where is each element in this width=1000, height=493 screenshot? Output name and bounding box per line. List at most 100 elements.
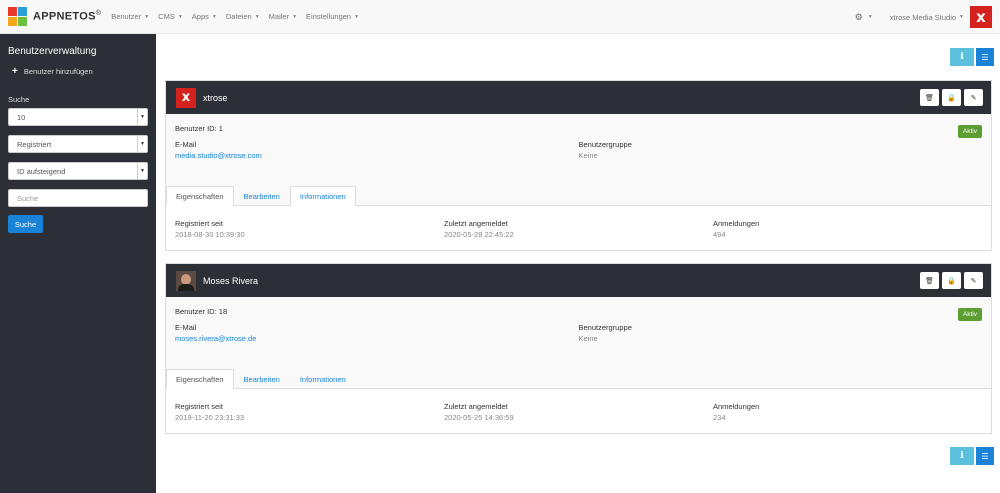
user-card-details: Registriert seit 2019-11-20 23:31:33 Zul… [166, 389, 991, 433]
user-card-body: Benutzer ID: 1 Aktiv E-Mail media.studio… [166, 114, 991, 206]
trash-icon: 🗑 [925, 94, 934, 102]
lock-button[interactable]: 🔒 [942, 272, 961, 289]
last-login-value: 2020-05-25 14:36:59 [444, 413, 514, 422]
sort-order-select[interactable]: ID aufsteigend ▼ [8, 162, 148, 180]
last-login-value: 2020-05-28 22:45:22 [444, 230, 514, 239]
chevron-down-icon: ▼ [137, 109, 147, 125]
nav-item-mailer[interactable]: Mailer ▼ [269, 12, 297, 21]
user-avatar: x [176, 87, 196, 108]
caret-down-icon: ▼ [292, 13, 298, 20]
user-card: x xtrose 🗑 🔒 ✎ Benutzer ID: 1 Aktiv E-Ma… [165, 80, 992, 251]
tab-bearbeiten[interactable]: Bearbeiten [234, 186, 290, 206]
status-badge: Aktiv [957, 308, 982, 321]
view-toggle-bottom: i ☰ [950, 447, 994, 465]
nav-item-cms[interactable]: CMS ▼ [158, 12, 183, 21]
registered-label: Registriert seit [175, 402, 223, 411]
edit-button[interactable]: ✎ [964, 272, 983, 289]
avatar[interactable]: x [970, 6, 992, 28]
tab-informationen[interactable]: Informationen [289, 186, 356, 206]
tab-eigenschaften[interactable]: Eigenschaften [166, 369, 234, 389]
caret-down-icon: ▼ [144, 13, 150, 20]
top-navbar: APPNETOS® Benutzer ▼ CMS ▼ Apps ▼ Dateien ▼ … [0, 0, 1000, 34]
logins-label: Anmeldungen [713, 219, 760, 228]
user-name: xtrose [203, 92, 228, 103]
status-badge: Aktiv [957, 125, 982, 138]
sidebar-title: Benutzerverwaltung [8, 46, 97, 57]
caret-down-icon: ▼ [867, 14, 873, 20]
logo[interactable]: APPNETOS® [8, 7, 101, 26]
settings-menu[interactable]: ⚙ ▼ [855, 12, 873, 23]
sidebar: Benutzerverwaltung + Benutzer hinzufügen … [0, 34, 156, 493]
user-actions: 🗑 🔒 ✎ [917, 272, 983, 289]
info-view-button[interactable]: i [950, 447, 974, 465]
search-label: Suche [8, 95, 30, 104]
lock-button[interactable]: 🔒 [942, 89, 961, 106]
logins-value: 494 [713, 230, 726, 239]
user-card-header: Moses Rivera 🗑 🔒 ✎ [166, 264, 991, 297]
logo-mark-icon [8, 7, 27, 26]
gear-icon: ⚙ [854, 11, 863, 22]
tab-informationen[interactable]: Informationen [290, 369, 356, 389]
email-link[interactable]: media.studio@xtrose.com [175, 151, 579, 160]
logins-label: Anmeldungen [713, 402, 760, 411]
search-button[interactable]: Suche [8, 215, 43, 233]
sort-field-select[interactable]: Registriert ▼ [8, 135, 148, 153]
caret-down-icon: ▼ [959, 14, 964, 20]
caret-down-icon: ▼ [211, 13, 217, 20]
group-value: Keine [578, 334, 598, 343]
list-view-button[interactable]: ☰ [976, 48, 994, 66]
view-toggle-top: i ☰ [950, 48, 994, 66]
group-label: Benutzergruppe [578, 140, 632, 149]
list-view-button[interactable]: ☰ [976, 447, 994, 465]
plus-icon: + [12, 66, 18, 77]
info-view-button[interactable]: i [950, 48, 974, 66]
delete-button[interactable]: 🗑 [920, 272, 939, 289]
group-label: Benutzergruppe [578, 323, 632, 332]
brand-name: APPNETOS® [33, 10, 102, 23]
nav-item-einstellungen[interactable]: Einstellungen ▼ [306, 12, 359, 21]
user-card-details: Registriert seit 2018-08-30 10:39:30 Zul… [166, 206, 991, 250]
user-card-body: Benutzer ID: 18 Aktiv E-Mail moses.river… [166, 297, 991, 389]
user-id: Benutzer ID: 18 [175, 307, 228, 316]
registered-label: Registriert seit [175, 219, 223, 228]
user-actions: 🗑 🔒 ✎ [917, 89, 983, 106]
chevron-down-icon: ▼ [137, 163, 147, 179]
nav-item-benutzer[interactable]: Benutzer ▼ [111, 12, 149, 21]
user-avatar [176, 270, 196, 291]
tab-bearbeiten[interactable]: Bearbeiten [234, 369, 290, 389]
per-page-select[interactable]: 10 ▼ [8, 108, 148, 126]
registered-value: 2019-11-20 23:31:33 [175, 413, 245, 422]
nav-item-apps[interactable]: Apps ▼ [192, 12, 217, 21]
main-content: i ☰ x xtrose 🗑 🔒 ✎ Benutzer ID: 1 Aktiv … [156, 34, 1000, 493]
lock-icon: 🔒 [947, 94, 956, 102]
edit-button[interactable]: ✎ [964, 89, 983, 106]
user-card: Moses Rivera 🗑 🔒 ✎ Benutzer ID: 18 Aktiv… [165, 263, 992, 434]
logins-value: 234 [713, 413, 726, 422]
caret-down-icon: ▼ [354, 13, 360, 20]
caret-down-icon: ▼ [254, 13, 260, 20]
user-card-header: x xtrose 🗑 🔒 ✎ [166, 81, 991, 114]
email-label: E-Mail [175, 140, 197, 149]
user-tabs: Eigenschaften Bearbeiten Informationen [166, 369, 356, 389]
registered-value: 2018-08-30 10:39:30 [175, 230, 245, 239]
user-id: Benutzer ID: 1 [175, 124, 223, 133]
last-login-label: Zuletzt angemeldet [444, 402, 508, 411]
add-user-button[interactable]: + Benutzer hinzufügen [12, 66, 148, 77]
search-input[interactable]: Suche [8, 189, 148, 207]
edit-icon: ✎ [970, 94, 977, 102]
caret-down-icon: ▼ [177, 13, 183, 20]
trash-icon: 🗑 [925, 277, 934, 285]
group-value: Keine [578, 151, 598, 160]
nav-right: ⚙ ▼ xtrose Media Studio ▼ x [855, 0, 992, 34]
email-label: E-Mail [175, 323, 197, 332]
last-login-label: Zuletzt angemeldet [444, 219, 508, 228]
main-menu: Benutzer ▼ CMS ▼ Apps ▼ Dateien ▼ Mailer ▼ Ei… [111, 12, 368, 21]
tab-eigenschaften[interactable]: Eigenschaften [166, 186, 234, 206]
delete-button[interactable]: 🗑 [920, 89, 939, 106]
edit-icon: ✎ [970, 277, 977, 285]
nav-item-dateien[interactable]: Dateien ▼ [226, 12, 260, 21]
account-menu[interactable]: xtrose Media Studio ▼ [890, 13, 964, 22]
email-link[interactable]: moses.rivera@xtrose.de [175, 334, 579, 343]
lock-icon: 🔒 [947, 277, 956, 285]
user-tabs: Eigenschaften Bearbeiten Informationen [166, 186, 356, 206]
